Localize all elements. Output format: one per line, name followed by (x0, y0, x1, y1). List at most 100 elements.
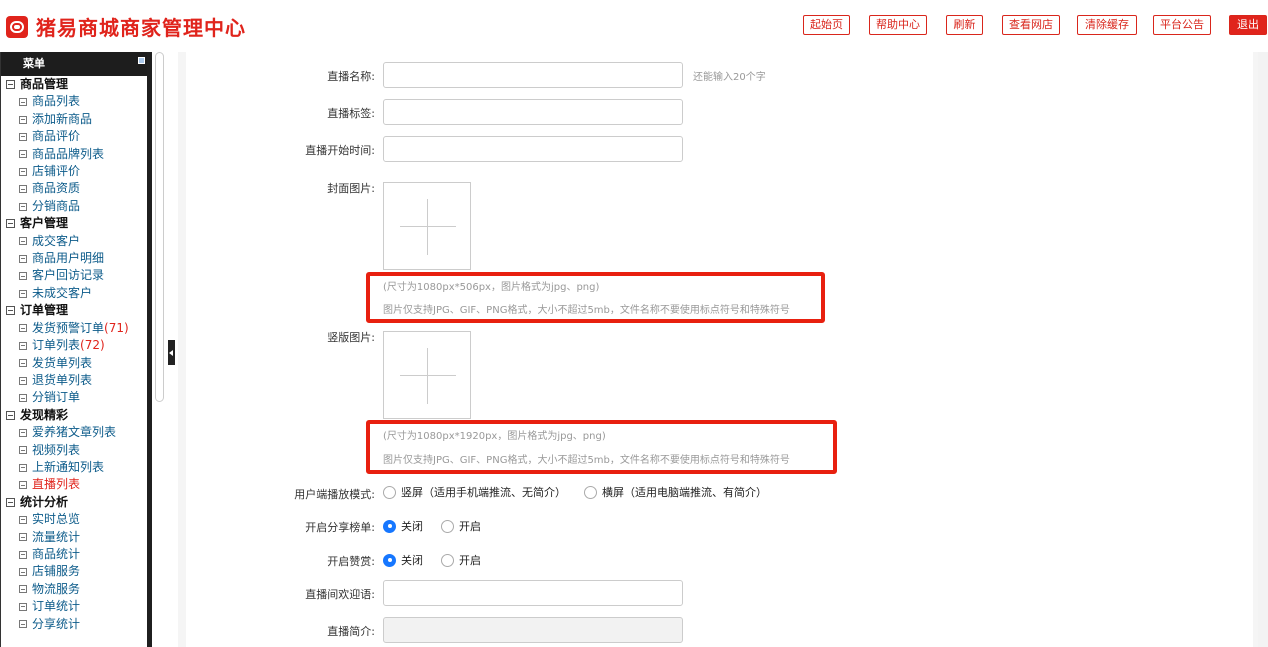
menu-item-box-icon (19, 602, 27, 611)
sidebar-item-label: 商品统计 (32, 546, 81, 561)
sidebar-item[interactable]: 订单统计 (1, 598, 147, 615)
sidebar-item[interactable]: 添加新商品 (1, 111, 147, 128)
sidebar-item[interactable]: 视频列表 (1, 442, 147, 459)
share-off-label: 关闭 (401, 520, 423, 533)
sidebar: 菜单 商品管理 商品列表 添加新商品 商品评价 商品品牌列表 店铺评价 商品资质 分销商品 客户… (0, 52, 147, 647)
sidebar-item[interactable]: 店铺评价 (1, 163, 147, 180)
menu-item-box-icon (19, 115, 27, 124)
sidebar-item-label: 添加新商品 (32, 111, 93, 126)
radio-share-off[interactable] (383, 519, 396, 533)
radio-landscape[interactable] (584, 485, 597, 499)
play-mode-landscape-option[interactable]: 横屏（适用电脑端推流、有简介） (584, 484, 767, 500)
main-content: 直播名称: 还能输入20个字 直播标签: 直播开始时间: 封面图片: (尺寸为1… (178, 52, 1263, 647)
sidebar-item-label: 发货预警订单 (32, 320, 105, 335)
live-name-hint: 还能输入20个字 (693, 72, 766, 83)
welcome-label: 直播间欢迎语: (305, 588, 375, 601)
cover-image-label: 封面图片: (327, 182, 375, 195)
sidebar-item-label: 商品资质 (32, 181, 81, 196)
help-center-button[interactable]: 帮助中心 (869, 15, 927, 35)
main-scrollbar[interactable] (1258, 52, 1268, 647)
radio-portrait[interactable] (383, 485, 396, 499)
intro-input[interactable] (383, 617, 683, 643)
sidebar-item-label: 分享统计 (32, 616, 81, 631)
sidebar-item[interactable]: 商品用户明细 (1, 250, 147, 267)
menu-item-box-icon (19, 237, 27, 246)
sidebar-item[interactable]: 流量统计 (1, 529, 147, 546)
sidebar-item[interactable]: 发货预警订单 (71) (1, 320, 147, 337)
sidebar-item[interactable]: 退货单列表 (1, 372, 147, 389)
sidebar-item[interactable]: 客户回访记录 (1, 267, 147, 284)
welcome-input[interactable] (383, 580, 683, 606)
collapse-box-icon (6, 80, 15, 90)
cover-image-uploader[interactable] (383, 182, 471, 270)
announcement-button[interactable]: 平台公告 (1153, 15, 1211, 35)
sidebar-item[interactable]: 未成交客户 (1, 285, 147, 302)
sidebar-item[interactable]: 爱养猪文章列表 (1, 424, 147, 441)
live-name-input[interactable] (383, 62, 683, 88)
menu-group-title[interactable]: 统计分析 (1, 494, 147, 511)
play-mode-portrait-option[interactable]: 竖屏（适用手机端推流、无简介） (383, 484, 566, 500)
logo: 猪易商城商家管理中心 (6, 12, 246, 41)
refresh-button[interactable]: 刷新 (946, 15, 983, 35)
radio-reward-off[interactable] (383, 553, 396, 567)
sidebar-item[interactable]: 订单列表 (72) (1, 337, 147, 354)
share-off-option[interactable]: 关闭 (383, 518, 423, 534)
sidebar-item-label: 分销订单 (32, 390, 81, 405)
start-page-button[interactable]: 起始页 (803, 15, 850, 35)
reward-on-label: 开启 (459, 554, 481, 567)
menu-group-title[interactable]: 发现精彩 (1, 407, 147, 424)
sidebar-item[interactable]: 商品列表 (1, 93, 147, 110)
vertical-image-uploader[interactable] (383, 331, 471, 419)
menu-item-box-icon (19, 132, 27, 141)
sidebar-item[interactable]: 分销商品 (1, 198, 147, 215)
menu-item-box-icon (19, 272, 27, 281)
menu-item-box-icon (19, 98, 27, 107)
radio-reward-on[interactable] (441, 553, 454, 567)
sidebar-item[interactable]: 商品品牌列表 (1, 146, 147, 163)
reward-off-option[interactable]: 关闭 (383, 552, 423, 568)
share-on-option[interactable]: 开启 (441, 518, 481, 534)
sidebar-item[interactable]: 商品资质 (1, 180, 147, 197)
menu-item-box-icon (19, 289, 27, 298)
menu-item-box-icon (19, 202, 27, 211)
sidebar-item[interactable]: 实时总览 (1, 511, 147, 528)
clear-cache-button[interactable]: 清除缓存 (1077, 15, 1137, 35)
sidebar-item[interactable]: 发货单列表 (1, 355, 147, 372)
sidebar-item[interactable]: 商品统计 (1, 546, 147, 563)
menu-group-title[interactable]: 商品管理 (1, 76, 147, 93)
sidebar-minimize-icon[interactable] (138, 57, 145, 64)
live-tag-input[interactable] (383, 99, 683, 125)
menu-group-title[interactable]: 客户管理 (1, 215, 147, 232)
radio-share-on[interactable] (441, 519, 454, 533)
collapse-box-icon (6, 497, 15, 507)
highlight-box (366, 420, 837, 474)
reward-on-option[interactable]: 开启 (441, 552, 481, 568)
sidebar-item[interactable]: 分销订单 (1, 389, 147, 406)
sidebar-item[interactable]: 商品评价 (1, 128, 147, 145)
menu-group-title[interactable]: 订单管理 (1, 302, 147, 319)
menu-group-label: 订单管理 (20, 303, 69, 318)
menu-item-box-icon (19, 550, 27, 559)
sidebar-collapse-handle[interactable] (168, 340, 175, 365)
sidebar-item-label: 上新通知列表 (32, 459, 105, 474)
sidebar-item[interactable]: 直播列表 (1, 476, 147, 493)
sidebar-item[interactable]: 成交客户 (1, 233, 147, 250)
live-name-label: 直播名称: (327, 70, 375, 83)
logout-button[interactable]: 退出 (1229, 15, 1267, 35)
sidebar-item[interactable]: 店铺服务 (1, 563, 147, 580)
live-start-time-input[interactable] (383, 136, 683, 162)
sidebar-scrollbar[interactable] (155, 52, 164, 402)
sidebar-item[interactable]: 分享统计 (1, 616, 147, 633)
form-panel: 直播名称: 还能输入20个字 直播标签: 直播开始时间: 封面图片: (尺寸为1… (186, 52, 1253, 647)
sidebar-item-label: 商品用户明细 (32, 251, 105, 266)
sidebar-item-label: 订单列表 (32, 338, 81, 353)
sidebar-item-label: 爱养猪文章列表 (32, 425, 117, 440)
sidebar-item[interactable]: 上新通知列表 (1, 459, 147, 476)
sidebar-item-label: 未成交客户 (32, 285, 93, 300)
menu-item-box-icon (19, 515, 27, 524)
menu-item-box-icon (19, 150, 27, 159)
sidebar-item[interactable]: 物流服务 (1, 581, 147, 598)
collapse-box-icon (6, 219, 15, 229)
sidebar-item-label: 发货单列表 (32, 355, 93, 370)
view-shop-button[interactable]: 查看网店 (1002, 15, 1060, 35)
